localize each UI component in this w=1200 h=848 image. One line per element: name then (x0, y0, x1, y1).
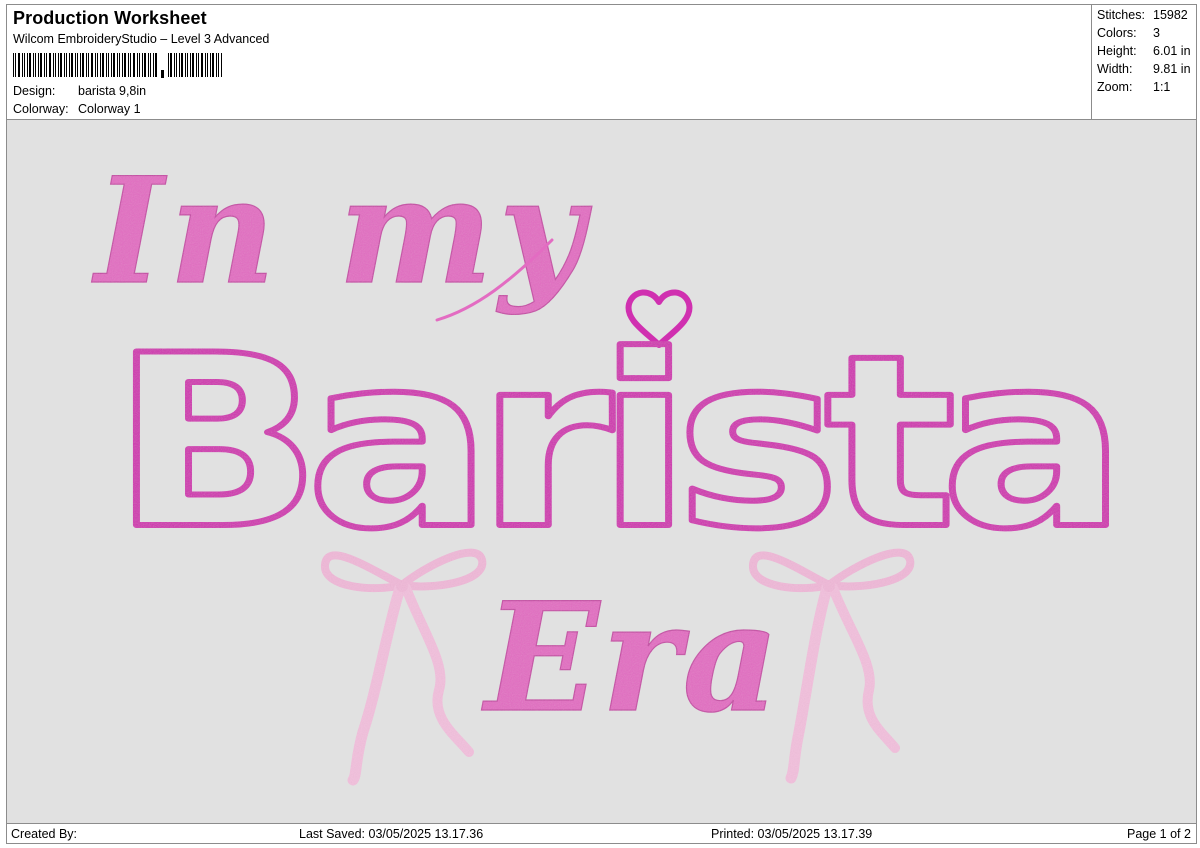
stitches-value: 15982 (1153, 8, 1188, 22)
embroidery-artwork: In my Barista Era (90, 145, 1128, 786)
colors-label: Colors: (1097, 26, 1137, 40)
design-text-era: Era (481, 570, 782, 746)
stitches-stat: Stitches: 15982 (1097, 8, 1193, 22)
created-by: Created By: (11, 827, 78, 841)
design-label: Design: (13, 84, 56, 98)
design-value: barista 9,8in (78, 84, 147, 98)
design-text-barista: Barista (111, 305, 1111, 582)
zoom-stat: Zoom: 1:1 (1097, 80, 1193, 94)
stitches-label: Stitches: (1097, 8, 1145, 22)
colorway-row: Colorway: Colorway 1 (13, 102, 141, 116)
page-title: Production Worksheet (13, 8, 207, 28)
worksheet-footer: Created By: Last Saved: 03/05/2025 13.17… (7, 823, 1196, 843)
height-label: Height: (1097, 44, 1137, 58)
worksheet-header: Production Worksheet Wilcom EmbroiderySt… (7, 5, 1196, 119)
zoom-label: Zoom: (1097, 80, 1133, 94)
software-name: Wilcom EmbroideryStudio – Level 3 Advanc… (13, 32, 270, 46)
left-bow-icon (321, 548, 487, 786)
stats-panel: Stitches: 15982 Colors: 3 Height: 6.01 in W… (1091, 5, 1196, 119)
worksheet: Production Worksheet Wilcom EmbroiderySt… (6, 4, 1197, 844)
height-stat: Height: 6.01 in (1097, 44, 1193, 58)
barcode-image (13, 53, 222, 78)
width-value: 9.81 in (1153, 62, 1191, 76)
last-saved: Last Saved: 03/05/2025 13.17.36 (299, 827, 484, 841)
colors-stat: Colors: 3 (1097, 26, 1193, 40)
page-number: Page 1 of 2 (1127, 827, 1191, 841)
zoom-value: 1:1 (1153, 80, 1171, 94)
design-preview[interactable]: In my Barista Era (7, 119, 1196, 823)
colorway-label: Colorway: (13, 102, 69, 116)
printed-date: Printed: 03/05/2025 13.17.39 (711, 827, 873, 841)
colorway-value: Colorway 1 (78, 102, 141, 116)
colors-value: 3 (1153, 26, 1160, 40)
design-row: Design: barista 9,8in (13, 84, 146, 98)
width-stat: Width: 9.81 in (1097, 62, 1193, 76)
height-value: 6.01 in (1153, 44, 1191, 58)
width-label: Width: (1097, 62, 1133, 76)
design-text-in-my: In my (91, 146, 593, 317)
